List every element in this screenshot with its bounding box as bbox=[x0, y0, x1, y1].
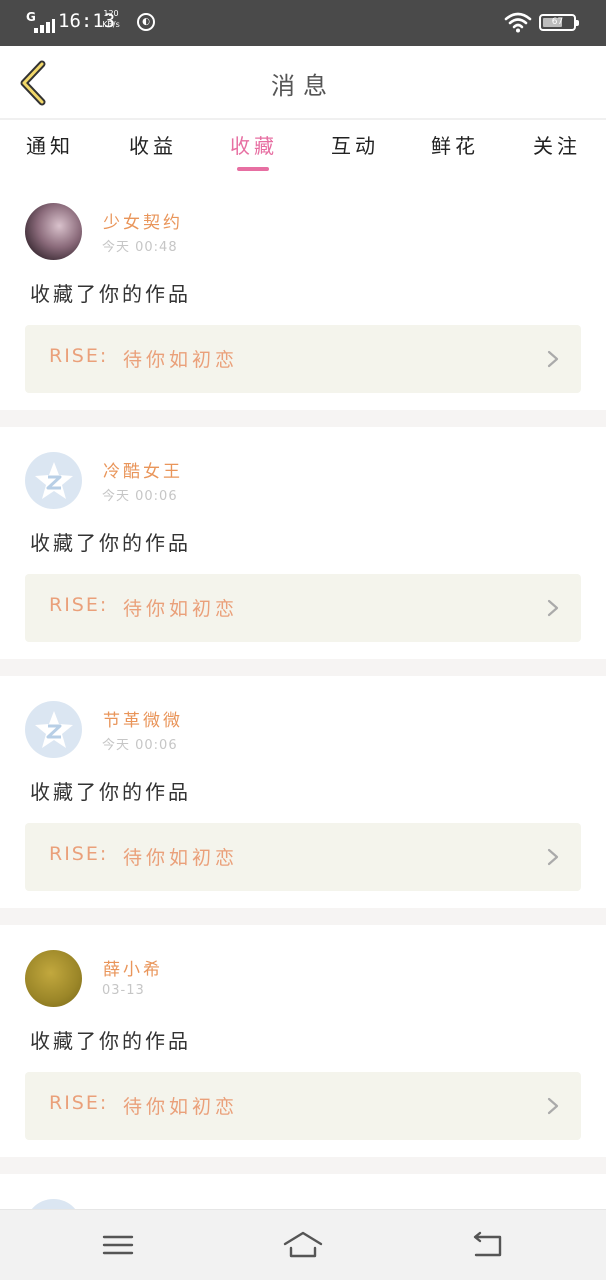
active-tab-indicator bbox=[237, 167, 269, 171]
tab-notifications[interactable]: 通知 bbox=[10, 130, 90, 159]
status-bar: G 16:13 120 KB/s ◐ 67 bbox=[0, 0, 606, 46]
work-title: 待你如初恋 bbox=[123, 847, 239, 869]
user-name[interactable]: 冷酷女王 bbox=[103, 457, 183, 482]
avatar[interactable] bbox=[25, 203, 82, 260]
tab-bar: 通知 收益 收藏 互动 鲜花 关注 bbox=[0, 122, 606, 174]
divider bbox=[0, 908, 606, 925]
action-text: 收藏了你的作品 bbox=[30, 1029, 191, 1053]
tab-favorites[interactable]: 收藏 bbox=[214, 130, 294, 159]
return-icon[interactable] bbox=[468, 1228, 508, 1262]
tab-following[interactable]: 关注 bbox=[517, 130, 597, 159]
user-name[interactable]: 节革微微 bbox=[103, 706, 183, 731]
app-header: 消息 bbox=[0, 46, 606, 120]
menu-icon[interactable] bbox=[98, 1228, 138, 1262]
work-link[interactable]: RISE: 待你如初恋 bbox=[25, 1072, 581, 1140]
battery-level: 67 bbox=[551, 17, 564, 27]
signal-icon bbox=[26, 18, 55, 33]
system-nav-bar bbox=[0, 1209, 606, 1280]
work-label: RISE: bbox=[49, 1092, 109, 1114]
battery-icon: 67 bbox=[539, 14, 579, 31]
timestamp: 今天 00:48 bbox=[102, 240, 178, 255]
page-title: 消息 bbox=[271, 72, 335, 100]
list-item: 少女契约 今天 00:48 收藏了你的作品 RISE: 待你如初恋 bbox=[0, 178, 606, 410]
list-item: 冷酷女王 今天 00:06 收藏了你的作品 RISE: 待你如初恋 bbox=[0, 427, 606, 659]
speed-value: 120 bbox=[103, 9, 119, 18]
chevron-right-icon bbox=[547, 1097, 559, 1115]
tab-flowers[interactable]: 鲜花 bbox=[415, 130, 495, 159]
work-label: RISE: bbox=[49, 594, 109, 616]
divider bbox=[0, 410, 606, 427]
default-avatar-icon bbox=[34, 710, 73, 748]
favorites-feed: 少女契约 今天 00:48 收藏了你的作品 RISE: 待你如初恋 冷酷女王 今… bbox=[0, 178, 606, 1234]
work-label: RISE: bbox=[49, 345, 109, 367]
speed-unit: KB/s bbox=[102, 20, 120, 29]
chevron-right-icon bbox=[547, 599, 559, 617]
chevron-right-icon bbox=[547, 848, 559, 866]
user-name[interactable]: 薛小希 bbox=[103, 955, 163, 980]
divider bbox=[0, 659, 606, 676]
timestamp: 03-13 bbox=[102, 983, 145, 998]
avatar[interactable] bbox=[25, 701, 82, 758]
avatar[interactable] bbox=[25, 452, 82, 509]
action-text: 收藏了你的作品 bbox=[30, 780, 191, 804]
data-saver-icon: ◐ bbox=[137, 13, 155, 31]
action-text: 收藏了你的作品 bbox=[30, 282, 191, 306]
work-link[interactable]: RISE: 待你如初恋 bbox=[25, 823, 581, 891]
tab-earnings[interactable]: 收益 bbox=[113, 130, 193, 159]
work-title: 待你如初恋 bbox=[123, 598, 239, 620]
action-text: 收藏了你的作品 bbox=[30, 531, 191, 555]
work-link[interactable]: RISE: 待你如初恋 bbox=[25, 574, 581, 642]
user-name[interactable]: 少女契约 bbox=[103, 208, 183, 233]
avatar[interactable] bbox=[25, 950, 82, 1007]
timestamp: 今天 00:06 bbox=[102, 489, 178, 504]
chevron-right-icon bbox=[547, 350, 559, 368]
tab-interactions[interactable]: 互动 bbox=[315, 130, 395, 159]
default-avatar-icon bbox=[34, 461, 73, 499]
network-speed: 120 KB/s bbox=[102, 8, 120, 30]
list-item: 薛小希 03-13 收藏了你的作品 RISE: 待你如初恋 bbox=[0, 925, 606, 1157]
work-title: 待你如初恋 bbox=[123, 1096, 239, 1118]
divider bbox=[0, 1157, 606, 1174]
list-item: 节革微微 今天 00:06 收藏了你的作品 RISE: 待你如初恋 bbox=[0, 676, 606, 908]
timestamp: 今天 00:06 bbox=[102, 738, 178, 753]
work-link[interactable]: RISE: 待你如初恋 bbox=[25, 325, 581, 393]
work-title: 待你如初恋 bbox=[123, 349, 239, 371]
wifi-icon bbox=[504, 12, 532, 33]
work-label: RISE: bbox=[49, 843, 109, 865]
home-icon[interactable] bbox=[283, 1228, 323, 1262]
